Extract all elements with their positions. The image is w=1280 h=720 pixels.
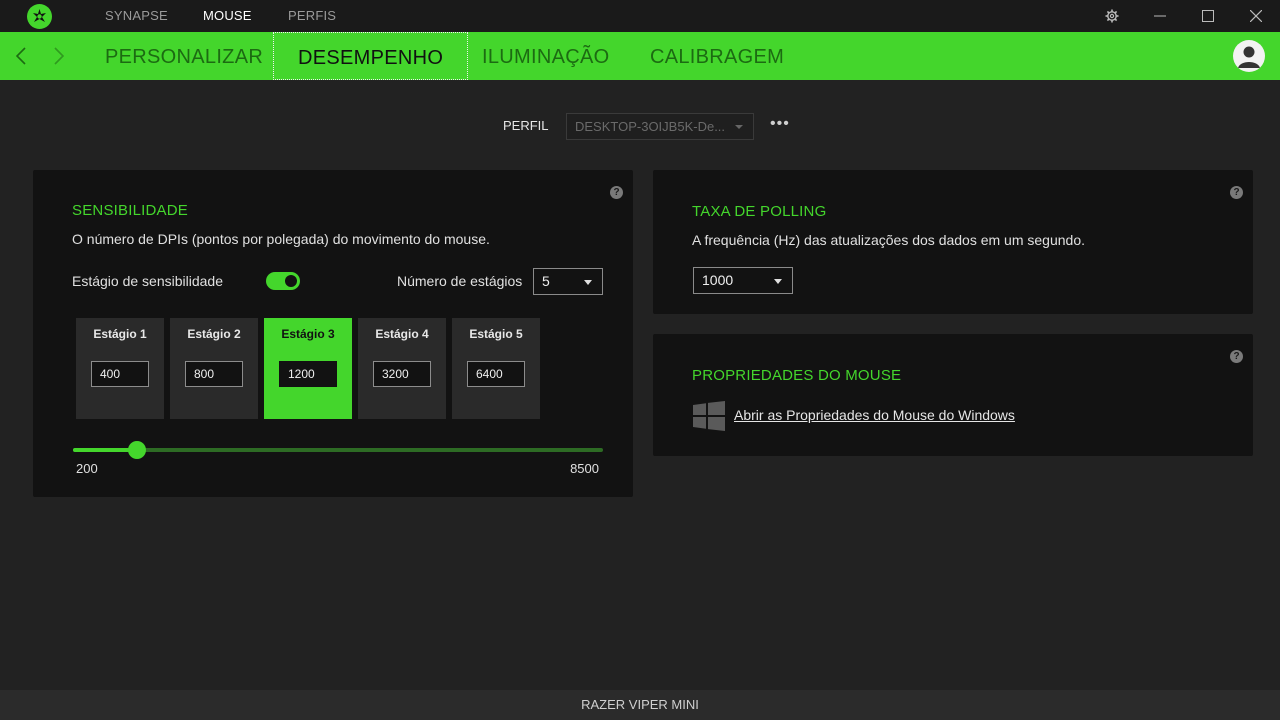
user-avatar-icon[interactable] <box>1233 40 1265 72</box>
open-mouse-properties-link[interactable]: Abrir as Propriedades do Mouse do Window… <box>734 407 1015 423</box>
polling-title: TAXA DE POLLING <box>692 203 827 220</box>
dpi-slider-thumb[interactable] <box>128 441 146 459</box>
help-icon[interactable]: ? <box>1230 186 1243 199</box>
back-arrow-icon[interactable] <box>6 32 36 80</box>
tab-desempenho[interactable]: DESEMPENHO <box>273 32 469 80</box>
windows-logo-icon <box>693 401 725 436</box>
stage-label: Estágio 2 <box>187 327 241 341</box>
chevron-down-icon <box>735 125 743 129</box>
help-icon[interactable]: ? <box>610 186 623 199</box>
tab-iluminacao[interactable]: ILUMINAÇÃO <box>482 32 609 80</box>
mouse-properties-title: PROPRIEDADES DO MOUSE <box>692 367 902 384</box>
stage-count-value: 5 <box>542 273 550 289</box>
stage-label: Estágio 1 <box>93 327 147 341</box>
device-name: RAZER VIPER MINI <box>581 697 699 712</box>
chevron-down-icon <box>584 280 592 285</box>
profile-dropdown[interactable]: DESKTOP-3OIJB5K-De... <box>566 113 754 140</box>
stage-dpi-input[interactable]: 6400 <box>467 361 525 387</box>
stage-dpi-input[interactable]: 400 <box>91 361 149 387</box>
polling-description: A frequência (Hz) das atualizações dos d… <box>692 232 1086 248</box>
dpi-slider[interactable] <box>73 441 603 459</box>
stage-dpi-input[interactable]: 800 <box>185 361 243 387</box>
dpi-min-label: 200 <box>76 461 98 476</box>
minimize-icon[interactable] <box>1136 0 1184 32</box>
stage-label: Estágio 5 <box>469 327 523 341</box>
stage-label: Estágio 3 <box>281 327 335 341</box>
top-tab-mouse[interactable]: MOUSE <box>203 0 252 32</box>
profile-dropdown-value: DESKTOP-3OIJB5K-De... <box>575 119 726 134</box>
sensitivity-panel: ? SENSIBILIDADE O número de DPIs (pontos… <box>33 170 633 497</box>
dpi-max-label: 8500 <box>570 461 599 476</box>
sensitivity-stage-toggle[interactable] <box>266 272 300 290</box>
top-tab-synapse[interactable]: SYNAPSE <box>105 0 168 32</box>
polling-rate-panel: ? TAXA DE POLLING A frequência (Hz) das … <box>653 170 1253 314</box>
forward-arrow-icon[interactable] <box>44 32 74 80</box>
sensitivity-title: SENSIBILIDADE <box>72 202 188 219</box>
stage-label: Estágio 4 <box>375 327 429 341</box>
polling-rate-dropdown[interactable]: 1000 <box>693 267 793 294</box>
stage-card-3[interactable]: Estágio 3 1200 <box>264 318 352 419</box>
stage-card-2[interactable]: Estágio 2 800 <box>170 318 258 419</box>
polling-rate-value: 1000 <box>702 272 734 288</box>
more-options-icon[interactable]: ••• <box>770 116 790 134</box>
chevron-down-icon <box>774 279 782 284</box>
stage-card-1[interactable]: Estágio 1 400 <box>76 318 164 419</box>
stage-count-dropdown[interactable]: 5 <box>533 268 603 295</box>
stage-card-4[interactable]: Estágio 4 3200 <box>358 318 446 419</box>
help-icon[interactable]: ? <box>1230 350 1243 363</box>
mouse-properties-panel: ? PROPRIEDADES DO MOUSE Abrir as Proprie… <box>653 334 1253 456</box>
device-status-bar: RAZER VIPER MINI <box>0 690 1280 720</box>
title-bar: SYNAPSE MOUSE PERFIS <box>0 0 1280 32</box>
stage-card-5[interactable]: Estágio 5 6400 <box>452 318 540 419</box>
close-icon[interactable] <box>1232 0 1280 32</box>
top-tab-perfis[interactable]: PERFIS <box>288 0 336 32</box>
stage-dpi-input[interactable]: 1200 <box>279 361 337 387</box>
stage-toggle-label: Estágio de sensibilidade <box>72 273 223 289</box>
maximize-icon[interactable] <box>1184 0 1232 32</box>
section-nav-bar: PERSONALIZAR DESEMPENHO ILUMINAÇÃO CALIB… <box>0 32 1280 80</box>
stage-dpi-input[interactable]: 3200 <box>373 361 431 387</box>
toggle-knob <box>285 275 297 287</box>
tab-personalizar[interactable]: PERSONALIZAR <box>105 32 263 80</box>
sensitivity-description: O número de DPIs (pontos por polegada) d… <box>72 231 490 247</box>
profile-label: PERFIL <box>503 118 549 133</box>
tab-calibragem[interactable]: CALIBRAGEM <box>650 32 784 80</box>
settings-gear-icon[interactable] <box>1088 0 1136 32</box>
razer-logo-icon[interactable] <box>27 4 52 29</box>
stage-count-label: Número de estágios <box>397 273 523 289</box>
